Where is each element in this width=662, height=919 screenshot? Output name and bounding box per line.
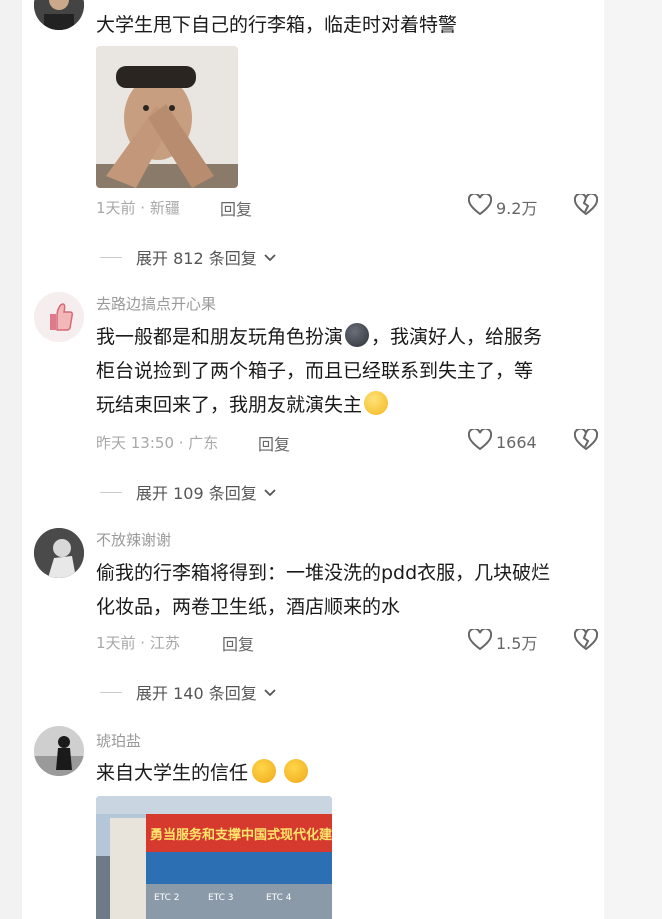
avatar[interactable] (34, 528, 84, 578)
heart-icon (467, 427, 493, 455)
comment-image[interactable]: 勇当服务和支撑中国式现代化建设 ETC 2 ETC 3 ETC 4 (96, 796, 332, 919)
expand-replies[interactable]: 展开 109 条回复 (100, 480, 277, 504)
expand-replies[interactable]: 展开 140 条回复 (100, 680, 277, 704)
comment-meta: 1天前 · 新疆 (96, 199, 180, 217)
username[interactable]: 不放辣谢谢 (96, 529, 171, 550)
reply-button[interactable]: 回复 (258, 431, 290, 455)
banner-text: 勇当服务和支撑中国式现代化建设 (150, 827, 332, 843)
username[interactable]: 去路边搞点开心果 (96, 293, 216, 314)
comment-text: 大学生甩下自己的行李箱，临走时对着特警 (96, 14, 458, 36)
reply-button[interactable]: 回复 (220, 196, 252, 220)
like-button[interactable]: 1.5万 (467, 627, 538, 655)
comment-text: 偷我的行李箱将得到：一堆没洗的pdd衣服，几块破烂 化妆品，两卷卫生纸，酒店顺来… (96, 562, 551, 618)
chevron-down-icon (263, 683, 277, 702)
pleading-face-emoji-icon (364, 391, 389, 415)
heart-icon (467, 192, 493, 220)
laughing-emoji-icon (284, 759, 309, 783)
like-count: 1.5万 (496, 634, 538, 653)
chevron-down-icon (263, 483, 277, 502)
dislike-button[interactable] (573, 427, 599, 453)
chevron-down-icon (263, 248, 277, 267)
comment-meta: 昨天 13:50 · 广东 (96, 434, 219, 452)
expand-replies[interactable]: 展开 812 条回复 (100, 245, 277, 269)
reply-button[interactable]: 回复 (222, 631, 254, 655)
broken-heart-icon (573, 192, 599, 216)
like-count: 1664 (496, 432, 537, 452)
comment-text: 来自大学生的信任 (96, 756, 596, 790)
avatar[interactable] (34, 726, 84, 776)
dark-face-emoji-icon (345, 323, 370, 347)
broken-heart-icon (573, 627, 599, 651)
broken-heart-icon (573, 427, 599, 451)
expand-label: 展开 812 条回复 (136, 249, 257, 268)
like-button[interactable]: 1664 (467, 427, 537, 455)
like-button[interactable]: 9.2万 (467, 192, 538, 220)
comment-text: 我一般都是和朋友玩角色扮演 ，我演好人，给服务 柜台说捡到了两个箱子，而且已经联系… (96, 320, 596, 422)
dislike-button[interactable] (573, 192, 599, 218)
like-count: 9.2万 (496, 199, 538, 218)
divider-line (100, 256, 122, 258)
username[interactable]: 琥珀盐 (96, 730, 141, 751)
divider-line (100, 491, 122, 493)
comment-image[interactable] (96, 46, 238, 188)
expand-label: 展开 140 条回复 (136, 684, 257, 703)
dislike-button[interactable] (573, 627, 599, 653)
laughing-emoji-icon (252, 759, 277, 783)
divider-line (100, 691, 122, 693)
gate-label: ETC 4 (266, 893, 292, 903)
comment-meta: 1天前 · 江苏 (96, 634, 180, 652)
avatar[interactable] (34, 292, 84, 342)
expand-label: 展开 109 条回复 (136, 484, 257, 503)
gate-label: ETC 2 (154, 893, 180, 903)
heart-icon (467, 627, 493, 655)
right-margin (604, 0, 662, 919)
gate-label: ETC 3 (208, 893, 234, 903)
